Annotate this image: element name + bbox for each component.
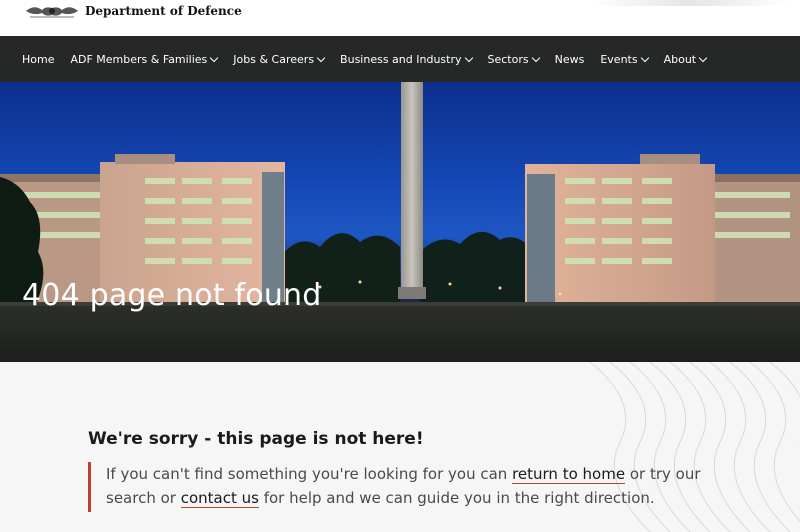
nav-item-label: News xyxy=(554,52,585,66)
nav-item-label: Jobs & Careers xyxy=(233,52,315,66)
chevron-down-icon xyxy=(464,53,473,62)
nav-item-adf-members-families[interactable]: ADF Members & Families xyxy=(70,52,219,66)
nav-item-home[interactable]: Home xyxy=(22,53,54,66)
header-shadow xyxy=(590,0,790,6)
contact-us-link[interactable]: contact us xyxy=(180,489,259,508)
nav-item-label: About xyxy=(663,52,697,66)
department-name: Department of Defence xyxy=(85,4,242,18)
coat-of-arms-logo[interactable] xyxy=(24,2,80,20)
page-title: 404 page not found xyxy=(22,278,322,313)
nav-item-news[interactable]: News xyxy=(555,53,585,66)
nav-item-label: Events xyxy=(600,52,638,66)
chevron-down-icon xyxy=(698,53,708,62)
chevron-down-icon xyxy=(531,53,540,62)
chevron-down-icon xyxy=(316,53,326,62)
nav-item-label: ADF Members & Families xyxy=(70,52,208,66)
nav-item-business-industry[interactable]: Business and Industry xyxy=(340,52,473,66)
chevron-down-icon xyxy=(210,53,219,62)
message-text: If you can't find something you're looki… xyxy=(106,465,513,483)
main-navigation: Home ADF Members & Families Jobs & Caree… xyxy=(0,36,800,82)
nav-item-label: Sectors xyxy=(487,52,529,66)
nav-item-label: Home xyxy=(22,52,55,66)
nav-item-jobs-careers[interactable]: Jobs & Careers xyxy=(233,52,326,66)
nav-item-label: Business and Industry xyxy=(340,52,462,66)
error-content: We're sorry - this page is not here! If … xyxy=(0,362,800,532)
hero-photo-buildings xyxy=(0,82,800,362)
hero-banner: 404 page not found xyxy=(0,82,800,362)
quote-bar xyxy=(88,462,91,512)
error-heading: We're sorry - this page is not here! xyxy=(88,429,424,449)
message-text: for help and we can guide you in the rig… xyxy=(258,489,655,507)
site-header: Department of Defence xyxy=(0,0,800,36)
error-message: If you can't find something you're looki… xyxy=(106,462,726,510)
nav-item-events[interactable]: Events xyxy=(600,52,649,66)
return-home-link[interactable]: return to home xyxy=(512,465,626,484)
nav-item-about[interactable]: About xyxy=(663,52,708,66)
chevron-down-icon xyxy=(640,53,649,62)
nav-item-sectors[interactable]: Sectors xyxy=(487,52,540,66)
